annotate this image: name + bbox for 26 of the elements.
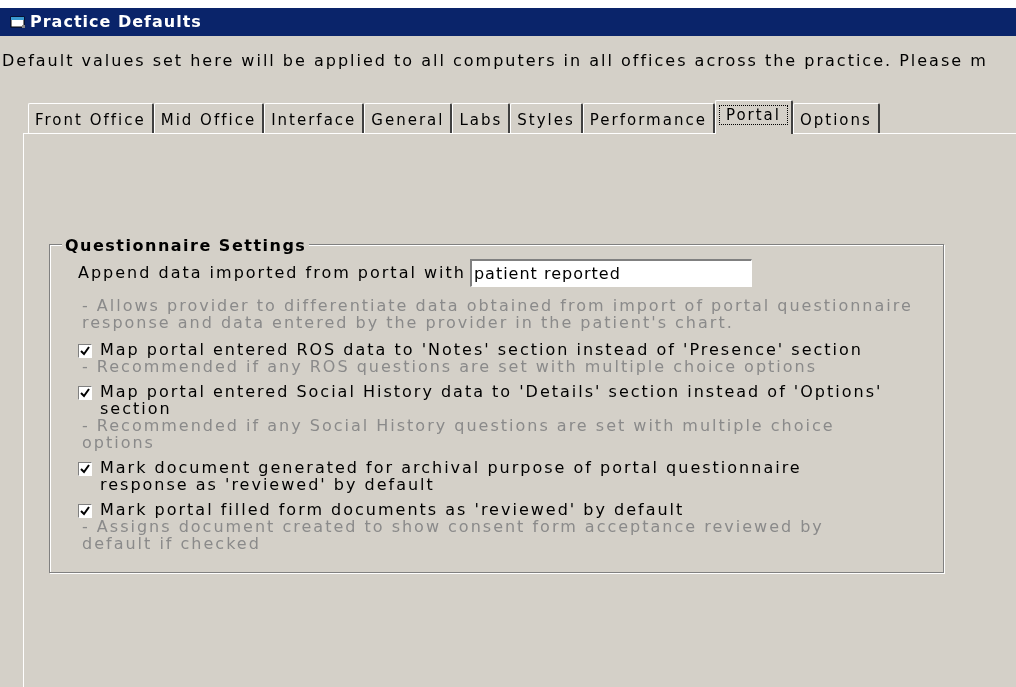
hint-text: - Assigns document created to show consent form acceptance reviewed by default if checked (82, 518, 825, 552)
tab[interactable]: Options (793, 103, 880, 133)
description-text: Default values set here will be applied to all computers in all offices across the practice. Please m (2, 50, 989, 72)
tab[interactable]: Interface (264, 103, 365, 133)
checkbox[interactable] (78, 386, 92, 400)
window-title: Practice Defaults (30, 11, 202, 33)
checkbox-label: Map portal entered ROS data to 'Notes' section instead of 'Presence' section (100, 341, 864, 358)
checkbox[interactable] (78, 504, 92, 518)
checkbox[interactable] (78, 344, 92, 358)
tab[interactable]: Labs (452, 103, 511, 133)
tab[interactable]: Styles (510, 103, 583, 133)
hint-text: - Recommended if any ROS questions are set with multiple choice options (82, 358, 819, 375)
field-label: Append data imported from portal with (78, 262, 466, 284)
window-icon (10, 15, 26, 29)
tab[interactable]: Portal (714, 100, 793, 134)
hint-text: - Allows provider to differentiate data obtained from import of portal questionnaire response and data entered by the provider in the patient's chart. (82, 297, 914, 331)
hint-text: - Recommended if any Social History questions are set with multiple choice options (82, 417, 836, 451)
tab[interactable]: Mid Office (153, 103, 265, 133)
checkbox[interactable] (78, 462, 92, 476)
tab[interactable]: Front Office (28, 103, 154, 133)
tab[interactable]: General (364, 103, 453, 133)
tab[interactable]: Performance (582, 103, 715, 133)
checkbox-label: Map portal entered Social History data to 'Details' section instead of 'Options' section (100, 383, 884, 417)
text-field[interactable]: patient reported (469, 259, 752, 287)
checkbox-label: Mark document generated for archival purpose of portal questionnaire response as 'reviewed' by default (100, 459, 803, 493)
checkbox-label: Mark portal filled form documents as 'reviewed' by default (100, 501, 686, 518)
